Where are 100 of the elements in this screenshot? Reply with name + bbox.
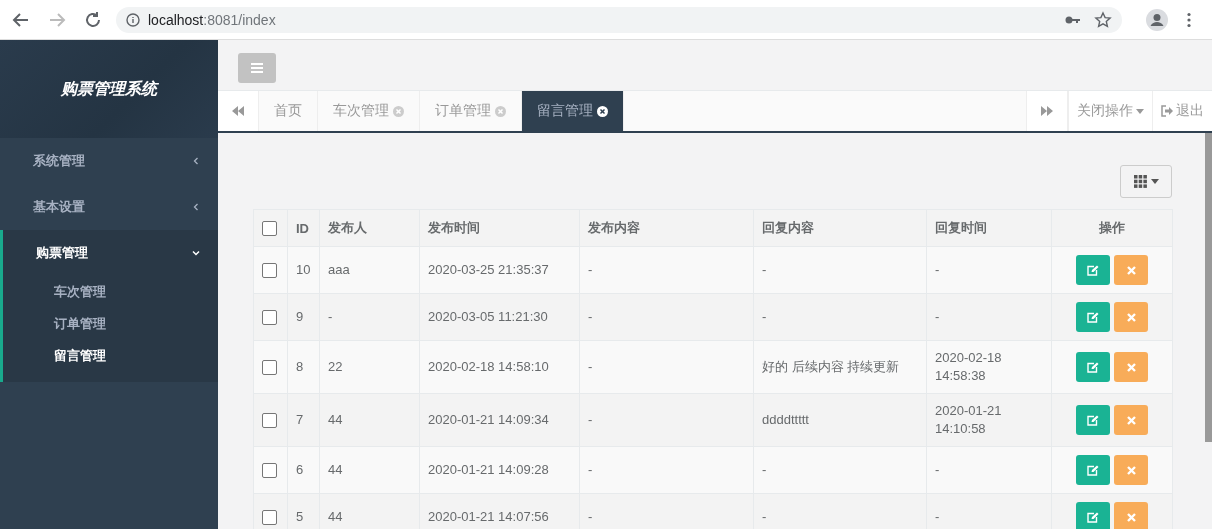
profile-icon[interactable]: [1146, 8, 1168, 31]
row-checkbox[interactable]: [262, 359, 277, 375]
table-cell: 2020-03-25 21:35:37: [419, 246, 580, 294]
column-header: 回复时间: [926, 209, 1052, 247]
select-all-checkbox[interactable]: [262, 220, 277, 236]
delete-button[interactable]: [1114, 255, 1148, 285]
edit-icon: [1087, 361, 1099, 373]
edit-icon: [1087, 311, 1099, 323]
table-cell: ddddttttt: [753, 393, 927, 447]
table-cell: -: [926, 446, 1052, 494]
row-checkbox[interactable]: [262, 262, 277, 278]
logout-button[interactable]: 退出: [1152, 91, 1212, 131]
table-cell: -: [579, 493, 754, 529]
edit-icon: [1087, 511, 1099, 523]
edit-button[interactable]: [1076, 352, 1110, 382]
table-cell: -: [926, 293, 1052, 341]
edit-button[interactable]: [1076, 302, 1110, 332]
address-bar[interactable]: localhost:8081/index: [116, 6, 1122, 33]
column-header: ID: [287, 209, 320, 247]
url-path: :8081/index: [203, 11, 276, 28]
info-icon: [126, 12, 140, 27]
double-left-arrow-icon: [232, 106, 244, 116]
tab[interactable]: 车次管理: [318, 91, 420, 131]
table-cell: 2020-02-18 14:58:10: [419, 340, 580, 394]
table-cell: 2020-01-21 14:09:34: [419, 393, 580, 447]
table-cell: 44: [319, 446, 420, 494]
edit-icon: [1087, 264, 1099, 276]
scroll-left-button[interactable]: [218, 91, 259, 131]
table-cell: 44: [319, 393, 420, 447]
table-cell: -: [579, 340, 754, 394]
column-header: 操作: [1051, 209, 1173, 247]
row-checkbox[interactable]: [262, 509, 277, 525]
column-header: 回复内容: [753, 209, 927, 247]
table-cell: -: [579, 393, 754, 447]
table-cell: 9: [287, 293, 320, 341]
close-icon: [1126, 362, 1136, 372]
delete-button[interactable]: [1114, 502, 1148, 529]
column-header: 发布时间: [419, 209, 580, 247]
sidebar-subitem[interactable]: 订单管理: [3, 308, 218, 340]
column-header: 发布内容: [579, 209, 754, 247]
chevron-left-icon: [192, 203, 200, 211]
table-cell: 2020-01-21 14:10:58: [926, 393, 1052, 447]
table-cell: -: [753, 493, 927, 529]
sidebar-item[interactable]: 基本设置: [0, 184, 218, 230]
table-cell: -: [579, 246, 754, 294]
delete-button[interactable]: [1114, 405, 1148, 435]
sidebar-subitem[interactable]: 车次管理: [3, 276, 218, 308]
edit-button[interactable]: [1076, 455, 1110, 485]
tab[interactable]: 留言管理: [522, 91, 624, 131]
edit-icon: [1087, 464, 1099, 476]
sidebar-item[interactable]: 购票管理: [3, 230, 218, 276]
table-cell: aaa: [319, 246, 420, 294]
table-cell: -: [753, 246, 927, 294]
reload-icon[interactable]: [84, 10, 102, 29]
scrollbar[interactable]: [1205, 133, 1212, 442]
delete-button[interactable]: [1114, 455, 1148, 485]
close-icon[interactable]: [597, 105, 608, 117]
star-icon[interactable]: [1094, 10, 1112, 29]
delete-button[interactable]: [1114, 302, 1148, 332]
scroll-right-button[interactable]: [1026, 91, 1068, 131]
table-cell: -: [579, 446, 754, 494]
table-cell: 2020-02-18 14:58:38: [926, 340, 1052, 394]
row-checkbox[interactable]: [262, 412, 277, 428]
close-icon: [1126, 415, 1136, 425]
edit-button[interactable]: [1076, 502, 1110, 529]
columns-toggle-button[interactable]: [1120, 165, 1172, 198]
table-cell: 7: [287, 393, 320, 447]
row-checkbox[interactable]: [262, 462, 277, 478]
sidebar-item[interactable]: 系统管理: [0, 138, 218, 184]
table-cell: 2020-03-05 11:21:30: [419, 293, 580, 341]
close-icon: [1126, 265, 1136, 275]
table-cell: 好的 后续内容 持续更新: [753, 340, 927, 394]
chevron-down-icon: [192, 249, 200, 257]
app-title: 购票管理系统: [61, 78, 157, 99]
table-cell: -: [753, 446, 927, 494]
menu-toggle-button[interactable]: [238, 53, 276, 83]
tab[interactable]: 首页: [259, 91, 318, 131]
delete-button[interactable]: [1114, 352, 1148, 382]
table-cell: 2020-01-21 14:09:28: [419, 446, 580, 494]
table-cell: -: [753, 293, 927, 341]
close-menu-dropdown[interactable]: 关闭操作: [1068, 91, 1152, 131]
forward-icon[interactable]: [48, 10, 66, 29]
table-cell: -: [579, 293, 754, 341]
edit-button[interactable]: [1076, 255, 1110, 285]
table-cell: -: [926, 246, 1052, 294]
row-checkbox[interactable]: [262, 309, 277, 325]
grid-icon: [1133, 175, 1147, 188]
edit-button[interactable]: [1076, 405, 1110, 435]
chevron-left-icon: [192, 157, 200, 165]
table-cell: 44: [319, 493, 420, 529]
caret-icon: [1136, 108, 1144, 114]
table-cell: 2020-01-21 14:07:56: [419, 493, 580, 529]
table-cell: 22: [319, 340, 420, 394]
edit-icon: [1087, 414, 1099, 426]
table-cell: 10: [287, 246, 320, 294]
column-header: 发布人: [319, 209, 420, 247]
sidebar-subitem[interactable]: 留言管理: [3, 340, 218, 372]
back-icon[interactable]: [12, 10, 30, 29]
sign-out-icon: [1161, 105, 1173, 117]
close-icon: [1126, 465, 1136, 475]
